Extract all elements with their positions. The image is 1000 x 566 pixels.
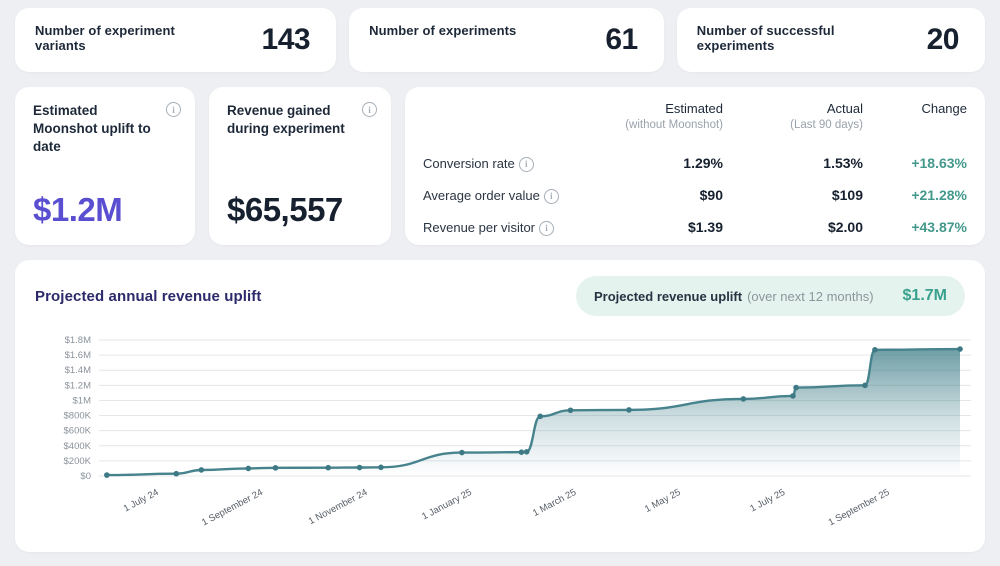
svg-text:$1.6M: $1.6M	[65, 350, 91, 361]
info-icon[interactable]: i	[362, 102, 377, 117]
svg-text:$0: $0	[80, 471, 91, 482]
kpi-value: $1.2M	[33, 191, 181, 229]
projected-uplift-badge: Projected revenue uplift (over next 12 m…	[576, 276, 965, 316]
top-stats-row: Number of experiment variants 143 Number…	[15, 8, 985, 72]
stat-label: Number of successful experiments	[697, 8, 860, 53]
svg-text:$1M: $1M	[73, 395, 92, 406]
revenue-chart[interactable]: $0 $200K $400K $600K $800K $1M $1.2M $1.4M $1.6M…	[35, 326, 965, 547]
column-title: Change	[863, 101, 967, 116]
metrics-header-estimated: Estimated (without Moonshot)	[565, 101, 723, 147]
kpi-value: $65,557	[227, 191, 377, 229]
stat-label: Number of experiment variants	[35, 8, 206, 53]
svg-text:$1.8M: $1.8M	[65, 335, 91, 346]
svg-text:1 July 24: 1 July 24	[122, 487, 161, 515]
metric-estimated: $90	[565, 179, 723, 211]
kpi-card-moonshot-uplift: Estimated Moonshot uplift to date i $1.2…	[15, 87, 195, 245]
metric-label-text: Conversion rate	[423, 156, 515, 171]
column-subtitle: (Last 90 days)	[723, 119, 863, 131]
svg-text:1 July 25: 1 July 25	[748, 487, 787, 515]
metrics-header-actual: Actual (Last 90 days)	[723, 101, 863, 147]
svg-text:$400K: $400K	[64, 441, 92, 452]
metric-change: +18.63%	[863, 147, 967, 179]
svg-text:$800K: $800K	[64, 411, 92, 422]
metrics-header-spacer	[423, 101, 565, 147]
badge-sublabel: (over next 12 months)	[747, 289, 873, 304]
chart-area-series	[104, 346, 963, 478]
column-subtitle: (without Moonshot)	[565, 119, 723, 131]
badge-label: Projected revenue uplift	[594, 289, 742, 304]
metrics-table: Estimated (without Moonshot) Actual (Las…	[423, 101, 967, 243]
svg-text:1 September 24: 1 September 24	[200, 487, 265, 528]
stat-card-experiments: Number of experiments 61	[349, 8, 664, 72]
metric-change: +21.28%	[863, 179, 967, 211]
column-title: Actual	[723, 101, 863, 116]
column-title: Estimated	[565, 101, 723, 116]
info-icon[interactable]: i	[544, 189, 559, 204]
revenue-chart-canvas[interactable]: $0 $200K $400K $600K $800K $1M $1.2M $1.4M $1.6M…	[35, 326, 979, 542]
stat-value: 61	[605, 23, 637, 57]
stat-card-experiment-variants: Number of experiment variants 143	[15, 8, 336, 72]
chart-x-axis-labels: 1 July 24 1 September 24 1 November 24 1 Ja…	[122, 487, 892, 528]
svg-text:1 November 24: 1 November 24	[307, 487, 370, 527]
metric-estimated: 1.29%	[565, 147, 723, 179]
metric-actual: 1.53%	[723, 147, 863, 179]
kpi-label: Revenue gained during experiment	[227, 102, 356, 138]
metric-change: +43.87%	[863, 211, 967, 243]
svg-text:1 March 25: 1 March 25	[531, 487, 578, 519]
metric-actual: $109	[723, 179, 863, 211]
kpi-card-revenue-gained: Revenue gained during experiment i $65,5…	[209, 87, 391, 245]
metrics-table-card: Estimated (without Moonshot) Actual (Las…	[405, 87, 985, 245]
stat-card-successful-experiments: Number of successful experiments 20	[677, 8, 985, 72]
info-icon[interactable]: i	[539, 221, 554, 236]
metric-label: Average order value i	[423, 179, 565, 211]
svg-text:1 January 25: 1 January 25	[420, 487, 474, 523]
stat-value: 143	[262, 23, 311, 57]
svg-text:1 September 25: 1 September 25	[827, 487, 892, 528]
metric-label-text: Revenue per visitor	[423, 220, 535, 235]
stat-label: Number of experiments	[369, 8, 516, 38]
metric-label: Conversion rate i	[423, 147, 565, 179]
stat-value: 20	[927, 23, 959, 57]
dashboard: Number of experiment variants 143 Number…	[0, 0, 1000, 564]
metrics-header-change: Change	[863, 101, 967, 147]
svg-text:$1.4M: $1.4M	[65, 365, 91, 376]
badge-value: $1.7M	[903, 287, 947, 305]
svg-text:$1.2M: $1.2M	[65, 380, 91, 391]
info-icon[interactable]: i	[166, 102, 181, 117]
svg-text:$600K: $600K	[64, 426, 92, 437]
chart-card: Projected annual revenue uplift Projecte…	[15, 260, 985, 552]
metric-label: Revenue per visitor i	[423, 211, 565, 243]
kpi-label: Estimated Moonshot uplift to date	[33, 102, 160, 155]
kpi-row: Estimated Moonshot uplift to date i $1.2…	[15, 87, 985, 245]
svg-text:1 May 25: 1 May 25	[643, 487, 683, 515]
info-icon[interactable]: i	[519, 157, 534, 172]
metric-label-text: Average order value	[423, 188, 540, 203]
svg-text:$200K: $200K	[64, 456, 92, 467]
metric-actual: $2.00	[723, 211, 863, 243]
chart-title: Projected annual revenue uplift	[35, 288, 261, 305]
metric-estimated: $1.39	[565, 211, 723, 243]
chart-y-axis-labels: $0 $200K $400K $600K $800K $1M $1.2M $1.4M $1.6M…	[64, 335, 92, 482]
